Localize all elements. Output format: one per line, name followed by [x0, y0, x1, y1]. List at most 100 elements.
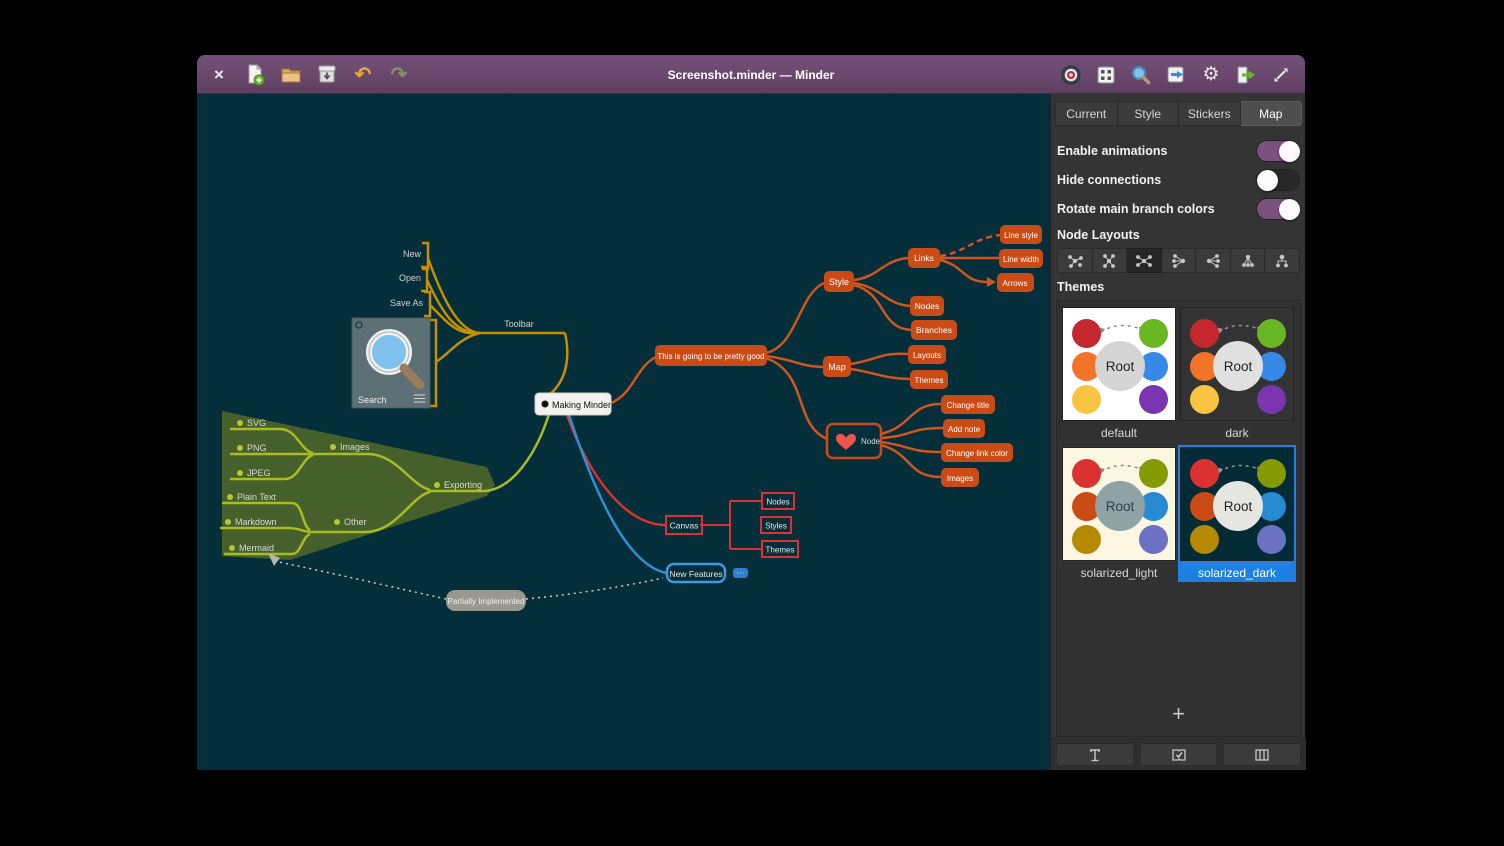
theme-dark[interactable]: Root dark	[1178, 305, 1296, 442]
export-image-button[interactable]	[1162, 61, 1190, 89]
node-layouts[interactable]: Layouts	[908, 345, 946, 364]
node-add-note[interactable]: Add note	[943, 419, 985, 438]
node-canvas[interactable]: Canvas	[666, 516, 702, 534]
fullscreen-button[interactable]	[1267, 61, 1295, 89]
mindmap-canvas[interactable]: Exporting Images Other SVG PNG JPEG Plai…	[197, 94, 1050, 770]
theme-default[interactable]: Root default	[1060, 305, 1178, 442]
svg-text:Arrows: Arrows	[1003, 279, 1028, 288]
theme-root-node: Root	[1213, 481, 1263, 531]
setting-hide-connections: Hide connections	[1057, 168, 1300, 192]
node-change-title[interactable]: Change title	[941, 395, 995, 414]
node-markdown[interactable]: Markdown	[235, 517, 277, 527]
node-canvas-styles[interactable]: Styles	[761, 517, 791, 533]
node-svg[interactable]: SVG	[247, 418, 266, 428]
svg-text:⋯: ⋯	[737, 569, 745, 578]
node-style[interactable]: Style	[824, 271, 854, 292]
columns-button[interactable]	[1223, 743, 1301, 766]
node-pretty-good[interactable]: This is going to be pretty good	[655, 345, 767, 366]
node-save-as[interactable]: Save As	[390, 298, 424, 308]
layout-manual-button[interactable]	[1057, 248, 1093, 273]
node-images[interactable]: Images	[340, 442, 370, 452]
enable-animations-toggle[interactable]	[1256, 140, 1300, 162]
node-exporting[interactable]: Exporting	[444, 480, 482, 490]
node-links[interactable]: Links	[908, 248, 940, 268]
connection-note[interactable]: Partially Implemented	[446, 590, 526, 611]
close-button[interactable]: ×	[205, 60, 233, 88]
open-button[interactable]	[277, 60, 305, 88]
node-canvas-nodes[interactable]: Nodes	[762, 493, 794, 509]
focus-target-icon	[1059, 63, 1083, 87]
node-canvas-themes[interactable]: Themes	[762, 541, 798, 557]
balance-nodes-button[interactable]	[1056, 743, 1134, 766]
layout-horizontal-button[interactable]	[1127, 248, 1162, 273]
layout-down-button[interactable]	[1231, 248, 1266, 273]
node-themes[interactable]: Themes	[910, 370, 948, 389]
rotate-branch-colors-label: Rotate main branch colors	[1057, 202, 1215, 216]
node-layouts-heading: Node Layouts	[1057, 228, 1140, 242]
theme-default-label: default	[1061, 426, 1177, 440]
sidebar-bottom-bar	[1051, 738, 1306, 770]
gear-icon: ⚙	[1202, 63, 1219, 86]
node-new[interactable]: New	[403, 249, 422, 259]
node-root[interactable]: Making Minder	[535, 393, 611, 415]
share-export-button[interactable]	[1232, 61, 1260, 89]
new-document-button[interactable]	[241, 60, 269, 88]
node-line-width[interactable]: Line width	[999, 249, 1043, 268]
node-style-nodes[interactable]: Nodes	[910, 296, 944, 316]
svg-text:Nodes: Nodes	[915, 301, 940, 311]
notes-button[interactable]	[1140, 743, 1218, 766]
node-node[interactable]: Node	[827, 424, 881, 458]
node-jpeg[interactable]: JPEG	[247, 468, 271, 478]
node-branches[interactable]: Branches	[911, 320, 957, 340]
node-mermaid[interactable]: Mermaid	[239, 543, 274, 553]
node-open[interactable]: Open	[399, 273, 421, 283]
node-other[interactable]: Other	[344, 517, 367, 527]
svg-text:Style: Style	[829, 277, 849, 287]
layout-right-button[interactable]	[1196, 248, 1231, 273]
book-check-icon	[1170, 747, 1188, 763]
node-png[interactable]: PNG	[247, 443, 267, 453]
tab-current[interactable]: Current	[1055, 101, 1118, 126]
zoom-button[interactable]	[1127, 61, 1155, 89]
layout-tree-button[interactable]	[1265, 248, 1300, 273]
theme-swatch	[1190, 459, 1219, 488]
node-new-features[interactable]: New Features	[667, 564, 725, 582]
layout-vertical-button[interactable]	[1093, 248, 1128, 273]
theme-solarized-light-label: solarized_light	[1061, 566, 1177, 580]
layout-down-icon	[1238, 253, 1258, 269]
rotate-branch-colors-toggle[interactable]	[1256, 198, 1300, 220]
theme-dark-label: dark	[1179, 426, 1295, 440]
focus-mode-button[interactable]	[1057, 61, 1085, 89]
node-node-images[interactable]: Images	[941, 468, 979, 487]
save-button[interactable]	[313, 60, 341, 88]
search-node-label: Search	[358, 395, 387, 405]
tab-stickers[interactable]: Stickers	[1179, 101, 1241, 126]
node-search[interactable]: Search	[352, 318, 430, 408]
theme-solarized-dark-label: solarized_dark	[1179, 566, 1295, 580]
node-layout-buttons	[1057, 248, 1300, 273]
layout-left-button[interactable]	[1162, 248, 1197, 273]
open-folder-icon	[279, 62, 303, 86]
map-overview-button[interactable]	[1092, 61, 1120, 89]
svg-text:Nodes: Nodes	[766, 498, 789, 507]
add-theme-button[interactable]: +	[1149, 700, 1209, 728]
node-plain-text[interactable]: Plain Text	[237, 492, 276, 502]
node-line-style[interactable]: Line style	[1000, 225, 1042, 244]
undo-button[interactable]: ↶	[349, 60, 377, 88]
redo-button[interactable]: ↷	[385, 60, 413, 88]
settings-button[interactable]: ⚙	[1197, 61, 1225, 89]
theme-swatch	[1139, 525, 1168, 554]
hide-connections-toggle[interactable]	[1256, 169, 1300, 191]
tab-style[interactable]: Style	[1118, 101, 1180, 126]
node-arrows[interactable]: Arrows	[997, 273, 1034, 292]
arrowhead	[987, 277, 996, 287]
svg-text:Canvas: Canvas	[670, 521, 699, 531]
theme-swatch	[1072, 319, 1101, 348]
theme-solarized-dark[interactable]: Root solarized_dark	[1178, 445, 1296, 582]
node-toolbar[interactable]: Toolbar	[504, 319, 534, 329]
node-change-link-color[interactable]: Change link color	[941, 443, 1013, 462]
theme-solarized-light[interactable]: Root solarized_light	[1060, 445, 1178, 582]
node-map[interactable]: Map	[823, 356, 851, 377]
tab-map[interactable]: Map	[1241, 101, 1303, 126]
collapsed-children-badge[interactable]: ⋯	[733, 568, 748, 578]
